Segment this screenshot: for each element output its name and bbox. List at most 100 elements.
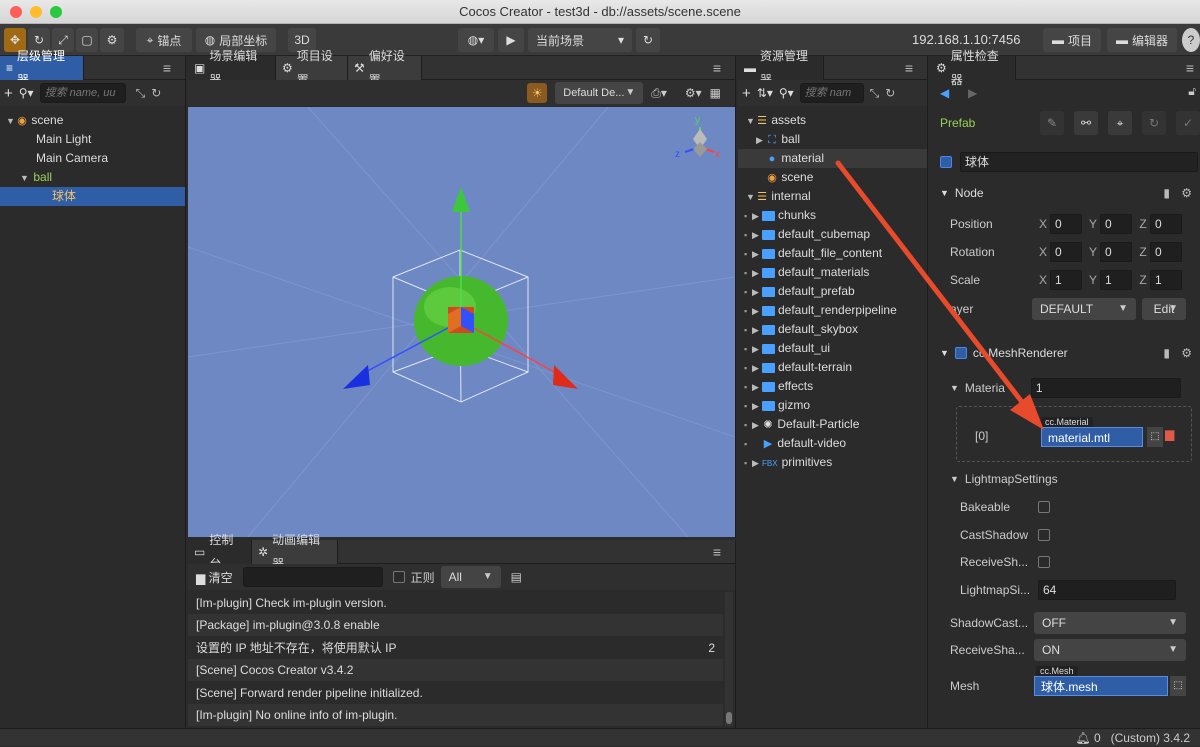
scene-menu-icon[interactable]: ≡ [707, 58, 727, 78]
asset-item[interactable]: ▪ ▶ default_cubemap [738, 225, 927, 244]
scale-x-input[interactable]: 1 [1050, 270, 1082, 290]
camera-icon[interactable]: ⎙▾ [651, 86, 667, 101]
chevron-right-icon[interactable]: ▶ [752, 378, 762, 397]
chevron-right-icon[interactable]: ▶ [752, 283, 762, 302]
z-axis-arrow[interactable] [343, 365, 370, 389]
search-type-icon[interactable]: ⚲▾ [19, 86, 34, 100]
tab-assets[interactable]: ▬资源管理器 [738, 49, 824, 87]
x-axis-arrow[interactable] [553, 365, 578, 389]
edit-prefab-button[interactable]: ✎ [1040, 111, 1064, 135]
asset-item[interactable]: ▪ ▶ chunks [738, 206, 927, 225]
rotation-x-input[interactable]: 0 [1050, 242, 1082, 262]
tab-inspector[interactable]: ⚙ 属性检查器 [930, 49, 1016, 87]
asset-item[interactable]: ◉ scene [738, 168, 927, 187]
camera-select[interactable]: Default De... [555, 82, 644, 104]
chevron-right-icon[interactable]: ▶ [752, 264, 762, 283]
lightmap-size-input[interactable]: 64 [1038, 580, 1176, 600]
y-axis-arrow[interactable] [452, 187, 470, 212]
position-x-input[interactable]: 0 [1050, 214, 1082, 234]
tab-animation-editor[interactable]: ✲动画编辑器 [252, 533, 338, 571]
console-line[interactable]: [Scene] Cocos Creator v3.4.2 [188, 659, 723, 681]
book-icon[interactable]: ▮ [1163, 346, 1170, 360]
tree-item-scene[interactable]: ▼ ◉ scene [0, 111, 185, 130]
add-node-button[interactable]: + [4, 85, 13, 102]
book-icon[interactable]: ▮ [1163, 186, 1170, 200]
chevron-down-icon[interactable]: ▼ [6, 112, 16, 131]
add-asset-button[interactable]: + [742, 85, 751, 102]
asset-item[interactable]: ▪ ▶ default_renderpipeline [738, 301, 927, 320]
hierarchy-search-input[interactable]: 搜索 name, uu [39, 83, 126, 103]
node-section-header[interactable]: ▼ Node ▮ ⚙ [930, 181, 1200, 205]
light-toggle-icon[interactable]: ☀ [527, 83, 548, 103]
level-filter-select[interactable]: All [440, 566, 501, 588]
chevron-down-icon[interactable]: ▼ [746, 188, 756, 207]
tab-preferences[interactable]: ⚒偏好设置 [348, 49, 422, 87]
asset-item[interactable]: ▪ ▶ default_materials [738, 263, 927, 282]
pivot-button[interactable]: ⌖ 锚点 [136, 28, 192, 52]
trash-icon[interactable]: ▆ [1165, 427, 1174, 441]
chevron-right-icon[interactable]: ▶ [752, 245, 762, 264]
tab-hierarchy[interactable]: ≡层级管理器 [0, 49, 84, 87]
bakeable-checkbox[interactable] [1038, 501, 1050, 513]
asset-item[interactable]: ▪ ▶ default_ui [738, 339, 927, 358]
chevron-right-icon[interactable]: ▶ [752, 454, 762, 473]
tree-item-sphere[interactable]: 球体 [0, 187, 185, 206]
asset-item[interactable]: ▼ ☰ assets [738, 111, 927, 130]
receive-shadow-select[interactable]: ON [1034, 639, 1186, 661]
sort-icon[interactable]: ⇅▾ [757, 86, 773, 100]
material-asset-field[interactable]: material.mtl [1041, 427, 1143, 447]
play-button[interactable]: ▶ [498, 28, 524, 52]
tree-item-ball[interactable]: ▼ ball [0, 168, 185, 187]
locate-icon[interactable]: ⌖ [1108, 111, 1132, 135]
layout-icon[interactable]: ▦ [710, 86, 721, 100]
lightmap-section-header[interactable]: ▼ LightmapSettings [930, 467, 1200, 491]
layer-edit-button[interactable]: Edit [1142, 298, 1186, 320]
asset-item[interactable]: ▪ ▶ effects [738, 377, 927, 396]
collapse-icon[interactable]: ⤡ [870, 86, 880, 101]
console-line[interactable]: [Im-plugin] Check im-plugin version. [188, 592, 723, 614]
select-asset-icon[interactable]: ⬚ [1170, 676, 1186, 696]
editor-button[interactable]: ▬ 编辑器 [1107, 28, 1177, 52]
clear-button[interactable]: ▆ 清空 [196, 569, 233, 586]
position-z-input[interactable]: 0 [1150, 214, 1182, 234]
gear-icon[interactable]: ⚙ [1181, 186, 1192, 200]
asset-item[interactable]: ▪ ▶ default-video [738, 434, 927, 453]
chevron-down-icon[interactable]: ▼ [950, 383, 959, 393]
settings-tool-button[interactable]: ⚙ [100, 28, 124, 52]
tree-item-main-light[interactable]: Main Light [0, 130, 185, 149]
maximize-window-button[interactable] [50, 6, 62, 18]
close-window-button[interactable] [10, 6, 22, 18]
gear-icon[interactable]: ⚙ [1181, 346, 1192, 360]
revert-icon[interactable]: ↻ [1142, 111, 1166, 135]
chevron-right-icon[interactable]: ▶ [752, 359, 762, 378]
hierarchy-menu-icon[interactable]: ≡ [157, 58, 177, 78]
lock-icon[interactable]: 🔓︎ [1188, 84, 1196, 99]
mesh-asset-field[interactable]: 球体.mesh [1034, 676, 1168, 696]
gear-icon[interactable]: ⚙▾ [685, 86, 702, 100]
select-asset-icon[interactable]: ⬚ [1147, 427, 1163, 447]
asset-item[interactable]: ▪ ▶ ✺ Default-Particle [738, 415, 927, 434]
platform-select[interactable]: ◍▾ [458, 28, 494, 52]
chevron-down-icon[interactable]: ▼ [20, 169, 30, 188]
chevron-right-icon[interactable]: ▶ [756, 131, 766, 150]
minimize-window-button[interactable] [30, 6, 42, 18]
refresh-button[interactable]: ↻ [636, 28, 660, 52]
chevron-right-icon[interactable]: ▶ [752, 397, 762, 416]
asset-item[interactable]: ▪ ▶ default_prefab [738, 282, 927, 301]
rect-tool-button[interactable]: ▢ [76, 28, 98, 52]
refresh-icon[interactable]: ↻ [885, 86, 895, 100]
project-button[interactable]: ▬ 项目 [1043, 28, 1101, 52]
asset-item[interactable]: ▼ ☰ internal [738, 187, 927, 206]
console-filter-input[interactable] [242, 567, 383, 587]
receive-shadow-checkbox[interactable] [1038, 556, 1050, 568]
assets-search-input[interactable]: 搜索 nam [799, 83, 864, 103]
scale-z-input[interactable]: 1 [1150, 270, 1182, 290]
chevron-right-icon[interactable]: ▶ [752, 302, 762, 321]
asset-item[interactable]: ● material [738, 149, 927, 168]
orientation-gizmo[interactable]: y x z [675, 115, 720, 160]
asset-item[interactable]: ▪ ▶ default-terrain [738, 358, 927, 377]
chevron-right-icon[interactable]: ▶ [752, 226, 762, 245]
cast-shadow-checkbox[interactable] [1038, 529, 1050, 541]
link-icon[interactable]: ⚯ [1074, 111, 1098, 135]
tab-project-settings[interactable]: ⚙项目设置 [276, 49, 348, 87]
